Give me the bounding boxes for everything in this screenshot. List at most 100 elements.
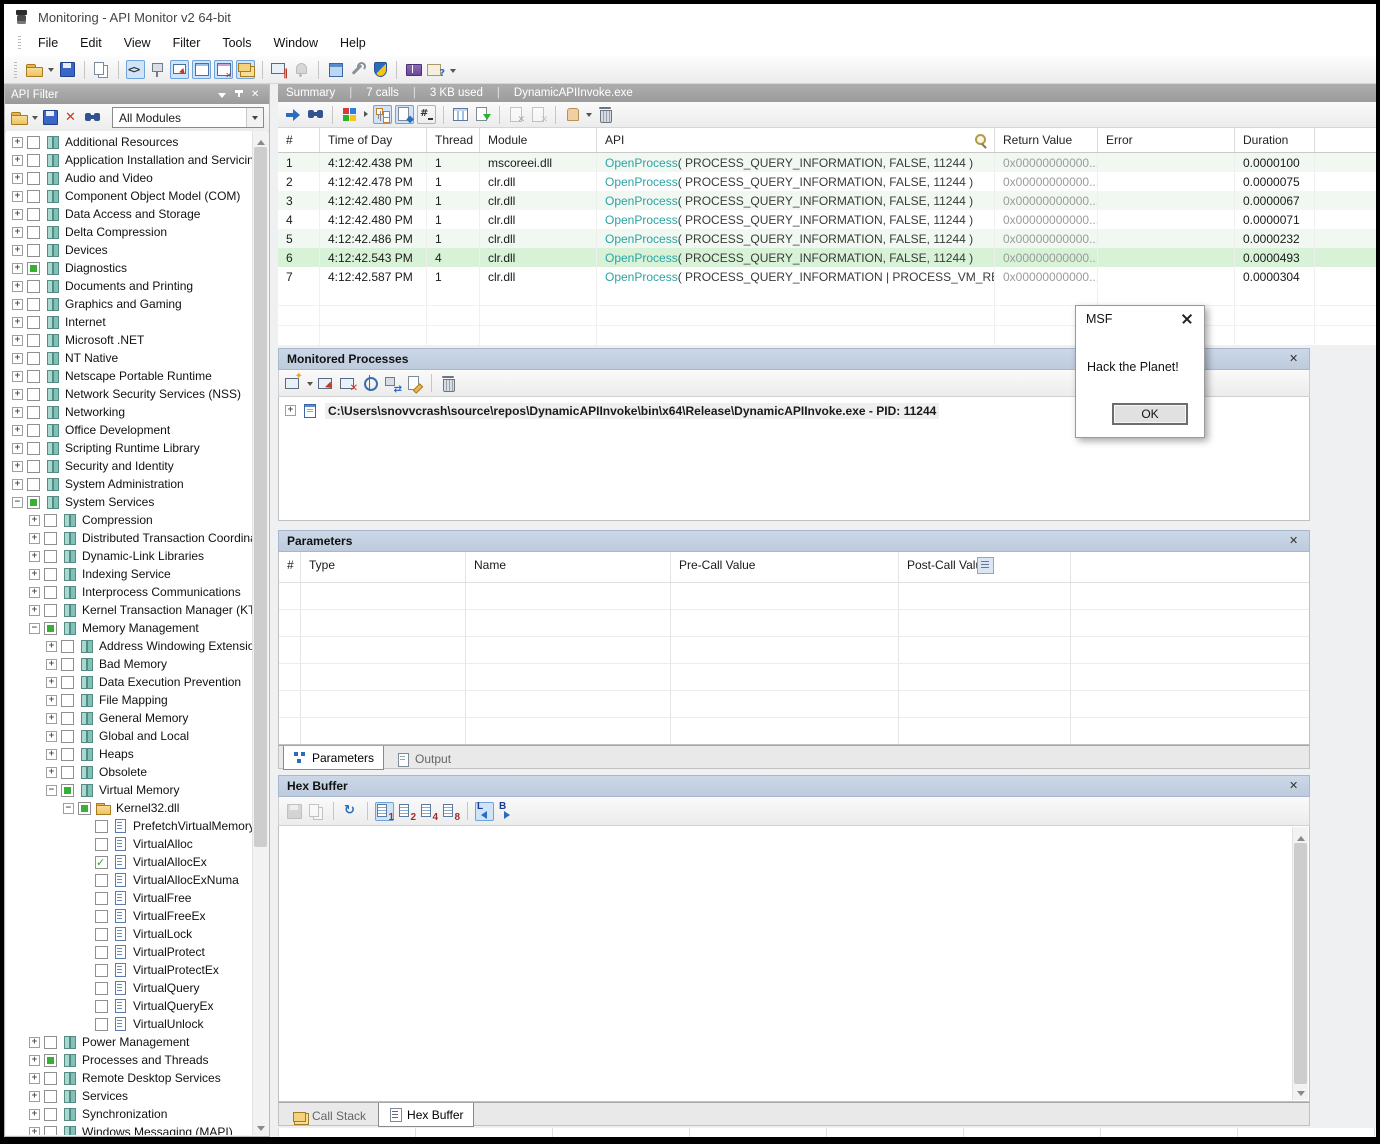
- tree-checkbox[interactable]: [95, 1018, 108, 1031]
- tree-checkbox[interactable]: [95, 874, 108, 887]
- tree-item[interactable]: Data Access and Storage: [6, 205, 253, 223]
- tree-expander-icon[interactable]: [12, 317, 23, 328]
- tree-item[interactable]: VirtualQueryEx: [6, 997, 253, 1015]
- panel-menu-icon[interactable]: [215, 89, 229, 101]
- tree-expander-icon[interactable]: [12, 155, 23, 166]
- tree-checkbox[interactable]: [27, 370, 40, 383]
- copy-buffer-icon[interactable]: [307, 802, 326, 821]
- tree-checkbox[interactable]: [95, 838, 108, 851]
- api-call-row[interactable]: 6 4:12:42.543 PM 4 clr.dll OpenProcess (…: [278, 248, 1376, 267]
- pause-alerts-icon[interactable]: [292, 60, 311, 79]
- search-icon[interactable]: [974, 133, 988, 147]
- options-icon[interactable]: [348, 60, 367, 79]
- group-1-byte-icon[interactable]: 1: [375, 802, 394, 821]
- tree-checkbox[interactable]: [95, 1000, 108, 1013]
- find-icon[interactable]: [306, 105, 325, 124]
- tree-expander-icon[interactable]: [29, 569, 40, 580]
- tree-item[interactable]: System Administration: [6, 475, 253, 493]
- tree-checkbox[interactable]: [27, 352, 40, 365]
- tree-item[interactable]: Services: [6, 1087, 253, 1105]
- column-header-module[interactable]: Module: [480, 128, 597, 152]
- tree-checkbox[interactable]: [61, 676, 74, 689]
- column-header-return[interactable]: Return Value: [995, 128, 1098, 152]
- tree-scrollbar[interactable]: [252, 131, 268, 1135]
- go-icon[interactable]: [284, 105, 303, 124]
- tree-item[interactable]: VirtualAlloc: [6, 835, 253, 853]
- tree-item[interactable]: Devices: [6, 241, 253, 259]
- tree-checkbox[interactable]: [78, 802, 91, 815]
- close-icon[interactable]: [249, 89, 263, 101]
- tree-item[interactable]: VirtualProtect: [6, 943, 253, 961]
- process-properties-icon[interactable]: [405, 374, 424, 393]
- tree-checkbox[interactable]: [95, 946, 108, 959]
- column-header-time[interactable]: Time of Day: [320, 128, 427, 152]
- menu-item[interactable]: Tools: [211, 30, 262, 56]
- help-book-icon[interactable]: [404, 60, 423, 79]
- dropdown-arrow-icon[interactable]: [585, 105, 593, 124]
- tree-expander-icon[interactable]: [12, 281, 23, 292]
- tree-checkbox[interactable]: [27, 460, 40, 473]
- tree-checkbox[interactable]: [95, 928, 108, 941]
- uac-shield-icon[interactable]: [370, 60, 389, 79]
- tree-item[interactable]: Memory Management: [6, 619, 253, 637]
- tree-item[interactable]: Dynamic-Link Libraries: [6, 547, 253, 565]
- tree-checkbox[interactable]: [61, 748, 74, 761]
- tree-expander-icon[interactable]: [12, 479, 23, 490]
- tree-checkbox[interactable]: [44, 1108, 57, 1121]
- tree-item[interactable]: General Memory: [6, 709, 253, 727]
- tree-checkbox[interactable]: [44, 1072, 57, 1085]
- tree-item[interactable]: VirtualUnlock: [6, 1015, 253, 1033]
- tree-expander-icon[interactable]: [12, 389, 23, 400]
- tree-checkbox[interactable]: [27, 172, 40, 185]
- close-icon[interactable]: [1287, 779, 1301, 793]
- api-call-row[interactable]: 4 4:12:42.480 PM 1 clr.dll OpenProcess (…: [278, 210, 1376, 229]
- scroll-down-icon[interactable]: [1293, 1085, 1308, 1100]
- monitor-process-icon[interactable]: [317, 374, 336, 393]
- tree-item[interactable]: VirtualFree: [6, 889, 253, 907]
- api-filter-panel-icon[interactable]: [236, 60, 255, 79]
- tree-item[interactable]: Compression: [6, 511, 253, 529]
- tree-expander-icon[interactable]: [29, 1055, 40, 1066]
- tree-item[interactable]: Diagnostics: [6, 259, 253, 277]
- api-call-row[interactable]: 1 4:12:42.438 PM 1 mscoreei.dll OpenProc…: [278, 153, 1376, 172]
- close-icon[interactable]: [1180, 312, 1194, 326]
- tree-checkbox[interactable]: [61, 640, 74, 653]
- tree-checkbox[interactable]: [44, 568, 57, 581]
- dropdown-arrow-icon[interactable]: [306, 374, 314, 393]
- save-buffer-icon[interactable]: [285, 802, 304, 821]
- tree-item[interactable]: Graphics and Gaming: [6, 295, 253, 313]
- tree-expander-icon[interactable]: [12, 227, 23, 238]
- tree-item[interactable]: Netscape Portable Runtime: [6, 367, 253, 385]
- group-4-bytes-icon[interactable]: 4: [419, 802, 438, 821]
- tree-checkbox[interactable]: [27, 334, 40, 347]
- tree-expander-icon[interactable]: [29, 1073, 40, 1084]
- tree-item[interactable]: Distributed Transaction Coordinator: [6, 529, 253, 547]
- tree-expander-icon[interactable]: [12, 263, 23, 274]
- tree-checkbox[interactable]: [44, 1090, 57, 1103]
- open-file-icon[interactable]: [25, 60, 44, 79]
- tab-hex-buffer[interactable]: Hex Buffer: [378, 1103, 473, 1127]
- tree-item[interactable]: VirtualFreeEx: [6, 907, 253, 925]
- tree-item[interactable]: Application Installation and Servicing: [6, 151, 253, 169]
- scrollbar-thumb[interactable]: [254, 147, 267, 847]
- tree-item[interactable]: Power Management: [6, 1033, 253, 1051]
- tree-item[interactable]: Networking: [6, 403, 253, 421]
- xml-view-icon[interactable]: [126, 60, 145, 79]
- tree-expander-icon[interactable]: [46, 641, 57, 652]
- column-header-thread[interactable]: Thread: [427, 128, 480, 152]
- tree-item[interactable]: Global and Local: [6, 727, 253, 745]
- tree-checkbox[interactable]: [44, 586, 57, 599]
- tree-checkbox[interactable]: [44, 532, 57, 545]
- tree-checkbox[interactable]: [44, 1126, 57, 1136]
- tree-expander-icon[interactable]: [12, 245, 23, 256]
- copy-icon[interactable]: [92, 60, 111, 79]
- tree-checkbox[interactable]: [95, 856, 108, 869]
- tree-item[interactable]: Kernel Transaction Manager (KTM): [6, 601, 253, 619]
- tree-item[interactable]: PrefetchVirtualMemory: [6, 817, 253, 835]
- parameters-column-header[interactable]: Name: [466, 552, 671, 582]
- tree-item[interactable]: Office Development: [6, 421, 253, 439]
- tree-expander-icon[interactable]: [29, 515, 40, 526]
- panel-splitter[interactable]: [270, 84, 278, 1137]
- tree-item[interactable]: Kernel32.dll: [6, 799, 253, 817]
- api-call-row[interactable]: 7 4:12:42.587 PM 1 clr.dll OpenProcess (…: [278, 267, 1376, 286]
